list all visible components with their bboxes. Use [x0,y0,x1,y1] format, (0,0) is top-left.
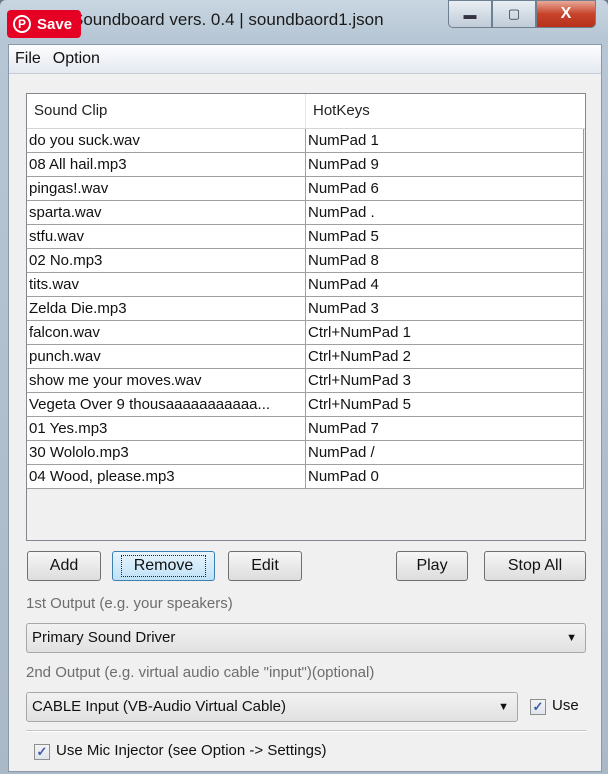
sound-clip-cell[interactable]: show me your moves.wav [27,369,306,393]
stop-all-button-label: Stop All [507,557,563,574]
table-row[interactable]: 04 Wood, please.mp3 NumPad 0 [27,465,585,489]
menu-option[interactable]: Option [53,50,100,68]
table-row[interactable]: 30 Wololo.mp3 NumPad / [27,441,585,465]
output2-value: CABLE Input (VB-Audio Virtual Cable) [32,698,287,715]
edit-button-label: Edit [251,557,279,574]
output2-use-label: Use [552,697,579,714]
stop-all-button[interactable]: Stop All [484,551,586,581]
pinterest-icon: P [13,15,31,33]
hotkey-cell[interactable]: NumPad 6 [306,177,584,201]
output1-select[interactable]: Primary Sound Driver ▼ [26,623,586,653]
hotkey-cell[interactable]: NumPad 1 [306,129,584,153]
table-row[interactable]: tits.wav NumPad 4 [27,273,585,297]
output2-select[interactable]: CABLE Input (VB-Audio Virtual Cable) ▼ [26,692,518,722]
hotkey-cell[interactable]: NumPad / [306,441,584,465]
minimize-icon: ▬ [463,6,477,22]
sound-clip-cell[interactable]: stfu.wav [27,225,306,249]
maximize-button[interactable]: ▢ [492,0,536,28]
minimize-button[interactable]: ▬ [448,0,492,28]
hotkey-cell[interactable]: NumPad . [306,201,584,225]
table-header: Sound Clip HotKeys [27,94,585,129]
hotkey-cell[interactable]: Ctrl+NumPad 3 [306,369,584,393]
hotkey-cell[interactable]: NumPad 9 [306,153,584,177]
sound-clip-cell[interactable]: 01 Yes.mp3 [27,417,306,441]
sound-clip-cell[interactable]: falcon.wav [27,321,306,345]
add-button[interactable]: Add [27,551,101,581]
title-bar[interactable]: Soundboard vers. 0.4 | soundbaord1.json … [0,0,608,44]
hotkey-cell[interactable]: NumPad 8 [306,249,584,273]
chevron-down-icon: ▼ [566,632,577,644]
output1-label: 1st Output (e.g. your speakers) [26,595,233,612]
sound-clip-cell[interactable]: Zelda Die.mp3 [27,297,306,321]
menu-file[interactable]: File [15,50,41,68]
app-window: Soundboard vers. 0.4 | soundbaord1.json … [0,0,608,774]
sound-clip-cell[interactable]: 02 No.mp3 [27,249,306,273]
table-body: do you suck.wav NumPad 1 08 All hail.mp3 Nu… [27,129,585,489]
hotkey-cell[interactable]: NumPad 5 [306,225,584,249]
close-button[interactable]: X [536,0,596,28]
sound-clip-cell[interactable]: tits.wav [27,273,306,297]
pinterest-save-label: Save [37,15,73,33]
hotkey-cell[interactable]: Ctrl+NumPad 2 [306,345,584,369]
output1-value: Primary Sound Driver [32,629,176,646]
table-row[interactable]: 01 Yes.mp3 NumPad 7 [27,417,585,441]
table-row[interactable]: falcon.wav Ctrl+NumPad 1 [27,321,585,345]
client-area: File Option Sound Clip HotKeys do you su… [8,44,602,772]
output2-use-checkbox[interactable]: ✓ [530,699,546,715]
close-icon: X [560,5,572,22]
hotkey-cell[interactable]: NumPad 4 [306,273,584,297]
remove-button[interactable]: Remove [112,551,215,581]
mic-injector-checkbox[interactable]: ✓ [34,744,50,760]
menu-bar: File Option [9,45,601,74]
play-button-label: Play [416,557,448,574]
table-row[interactable]: pingas!.wav NumPad 6 [27,177,585,201]
table-row[interactable]: Vegeta Over 9 thousaaaaaaaaaaa... Ctrl+Nu… [27,393,585,417]
mic-injector-label: Use Mic Injector (see Option -> Settings… [56,742,327,759]
add-button-label: Add [49,557,79,574]
sound-clip-cell[interactable]: 30 Wololo.mp3 [27,441,306,465]
checkmark-icon: ✓ [36,744,48,759]
sound-clip-cell[interactable]: Vegeta Over 9 thousaaaaaaaaaaa... [27,393,306,417]
remove-button-label: Remove [120,555,207,577]
chevron-down-icon: ▼ [498,701,509,713]
hotkey-cell[interactable]: Ctrl+NumPad 1 [306,321,584,345]
table-row[interactable]: sparta.wav NumPad . [27,201,585,225]
window-title: Soundboard vers. 0.4 | soundbaord1.json [72,10,384,29]
divider [26,730,586,732]
column-header-sound-clip[interactable]: Sound Clip [27,94,306,128]
sound-clip-cell[interactable]: pingas!.wav [27,177,306,201]
output2-label: 2nd Output (e.g. virtual audio cable "in… [26,664,375,681]
window-controls: ▬ ▢ X [448,0,596,28]
hotkey-cell[interactable]: NumPad 3 [306,297,584,321]
sound-clip-cell[interactable]: do you suck.wav [27,129,306,153]
sound-clip-cell[interactable]: 08 All hail.mp3 [27,153,306,177]
pinterest-save-button[interactable]: P Save [7,10,81,38]
sound-clip-cell[interactable]: 04 Wood, please.mp3 [27,465,306,489]
table-row[interactable]: punch.wav Ctrl+NumPad 2 [27,345,585,369]
table-row[interactable]: Zelda Die.mp3 NumPad 3 [27,297,585,321]
table-row[interactable]: do you suck.wav NumPad 1 [27,129,585,153]
edit-button[interactable]: Edit [228,551,302,581]
sound-clip-table[interactable]: Sound Clip HotKeys do you suck.wav NumPad… [26,93,586,541]
sound-clip-cell[interactable]: sparta.wav [27,201,306,225]
hotkey-cell[interactable]: NumPad 7 [306,417,584,441]
maximize-icon: ▢ [507,6,521,21]
table-row[interactable]: show me your moves.wav Ctrl+NumPad 3 [27,369,585,393]
checkmark-icon: ✓ [532,699,544,714]
table-row[interactable]: 02 No.mp3 NumPad 8 [27,249,585,273]
hotkey-cell[interactable]: Ctrl+NumPad 5 [306,393,584,417]
sound-clip-cell[interactable]: punch.wav [27,345,306,369]
play-button[interactable]: Play [396,551,468,581]
table-row[interactable]: 08 All hail.mp3 NumPad 9 [27,153,585,177]
column-header-hotkeys[interactable]: HotKeys [306,94,370,128]
table-row[interactable]: stfu.wav NumPad 5 [27,225,585,249]
hotkey-cell[interactable]: NumPad 0 [306,465,584,489]
